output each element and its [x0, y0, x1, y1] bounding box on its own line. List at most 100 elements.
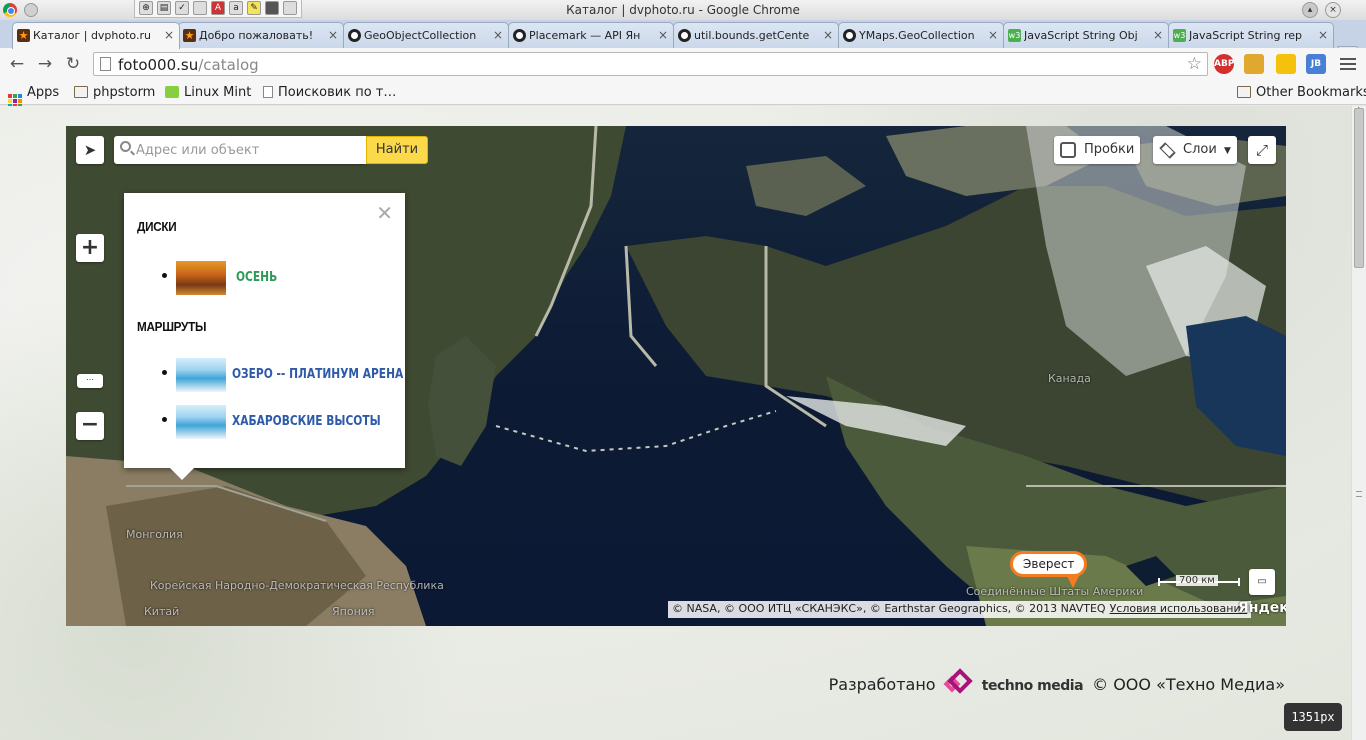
yandex-map[interactable]: Монголия Корейская Народно-Демократическ… [66, 126, 1286, 626]
tab-close-icon[interactable]: × [1318, 28, 1328, 42]
tab-placemark[interactable]: Placemark — API Ян × [508, 22, 674, 48]
autumn-thumbnail[interactable] [176, 261, 226, 295]
zoom-in-button[interactable]: + [76, 234, 104, 262]
tab-close-icon[interactable]: × [658, 28, 668, 42]
tab-close-icon[interactable]: × [493, 28, 503, 42]
yandex-logo[interactable]: Яндекс [1238, 600, 1286, 616]
map-label-mongolia: Монголия [126, 528, 183, 541]
url-host: foto000.su [118, 56, 199, 74]
techno-media-logo-icon[interactable] [943, 668, 974, 696]
map-search-input[interactable] [136, 140, 361, 160]
bookmark-star-icon[interactable]: ☆ [1187, 54, 1202, 74]
traffic-button[interactable]: Пробки [1054, 136, 1140, 164]
bookmark-other[interactable]: Other Bookmarks [1237, 85, 1366, 100]
chrome-menu-icon[interactable] [1340, 55, 1356, 71]
page-icon [100, 57, 111, 71]
tab-label: JavaScript String rep [1189, 29, 1302, 42]
tab-label: JavaScript String Obj [1024, 29, 1138, 42]
bookmark-label: Linux Mint [184, 85, 252, 100]
tab-label: Placemark — API Ян [529, 29, 641, 42]
close-icon[interactable]: ✕ [376, 201, 393, 225]
tab-catalog[interactable]: ★ Каталог | dvphoto.ru × [12, 22, 180, 49]
tab-label: Добро пожаловать! [199, 29, 314, 42]
ruler-button[interactable]: ▭ [1249, 569, 1275, 595]
ruler-icon: ▭ [1257, 576, 1267, 587]
map-label-japan: Япония [332, 605, 375, 618]
bookmark-label: Apps [27, 85, 60, 100]
page-scrollbar[interactable]: ▲ [1351, 105, 1366, 740]
address-bar[interactable]: foto000.su/catalog ☆ [93, 52, 1208, 76]
map-label-canada: Канада [1048, 372, 1091, 385]
minus-icon: − [80, 412, 100, 437]
route-thumbnail[interactable] [176, 405, 226, 439]
scale-label: 700 км [1176, 575, 1218, 586]
tab-ymaps-geocollection[interactable]: YMaps.GeoCollection × [838, 22, 1004, 48]
reload-icon[interactable]: ↻ [62, 54, 84, 76]
bookmark-apps[interactable]: Apps [8, 85, 60, 108]
chevron-down-icon: ▼ [1223, 146, 1231, 156]
tab-js-string-rep[interactable]: w3 JavaScript String rep × [1168, 22, 1334, 48]
forward-arrow-icon[interactable]: → [34, 54, 56, 76]
plus-icon: + [80, 235, 100, 260]
document-icon [263, 86, 273, 98]
tab-close-icon[interactable]: × [328, 28, 338, 42]
ring-favicon-icon [348, 29, 361, 42]
terms-link[interactable]: Условия использования [1110, 602, 1248, 615]
bookmark-phpstorm[interactable]: phpstorm [74, 85, 155, 100]
url-text[interactable]: foto000.su/catalog [118, 56, 259, 74]
bullet [162, 417, 167, 422]
ring-favicon-icon [678, 29, 691, 42]
map-copyright: © NASA, © ООО ИТЦ «СКАНЭКС», © Earthstar… [668, 601, 1252, 618]
tab-geoobjectcollection[interactable]: GeoObjectCollection × [343, 22, 509, 48]
zoom-out-button[interactable]: − [76, 412, 104, 440]
route-link-lake[interactable]: ОЗЕРО -- ПЛАТИНУМ АРЕНА [232, 367, 403, 382]
geolocation-button[interactable]: ➤ [76, 136, 104, 164]
adblock-extension-icon[interactable]: ABP [1214, 54, 1234, 74]
scroll-grip[interactable] [1356, 491, 1362, 497]
route-link-heights[interactable]: ХАБАРОВСКИЕ ВЫСОТЫ [232, 414, 381, 429]
copyright-text: © NASA, © ООО ИТЦ «СКАНЭКС», © Earthstar… [672, 602, 1106, 615]
fullscreen-button[interactable]: ⤢ [1248, 136, 1276, 164]
map-label-north-korea: Корейская Народно-Демократическая Респуб… [150, 579, 444, 592]
layers-button-label: Слои [1183, 142, 1217, 157]
jetbrains-extension-icon[interactable]: JB [1306, 54, 1326, 74]
puzzle-extension-icon[interactable] [1276, 54, 1296, 74]
window-titlebar: ⊕ ▤ ✓ A a ✎ Каталог | dvphoto.ru - Googl… [0, 0, 1366, 20]
disk-link-autumn[interactable]: ОСЕНЬ [236, 270, 277, 285]
star-favicon-icon: ★ [17, 29, 30, 42]
tab-welcome[interactable]: ★ Добро пожаловать! × [178, 22, 344, 48]
brand-name[interactable]: techno media [982, 678, 1084, 694]
search-icon [120, 141, 131, 152]
find-button[interactable]: Найти [366, 136, 428, 164]
star-favicon-icon: ★ [183, 29, 196, 42]
tab-close-icon[interactable]: × [823, 28, 833, 42]
map-label-china: Китай [144, 605, 180, 618]
maximize-window-button[interactable]: ▴ [1302, 2, 1318, 18]
company-copyright: © ООО «Техно Медиа» [1092, 675, 1285, 694]
map-search-box [114, 136, 366, 164]
close-window-button[interactable]: × [1325, 2, 1341, 18]
layers-button[interactable]: Слои ▼ [1153, 136, 1237, 164]
layers-icon [1159, 142, 1176, 159]
bullet [162, 370, 167, 375]
scroll-thumb[interactable] [1354, 108, 1364, 268]
w3-favicon-icon: w3 [1173, 29, 1186, 42]
tab-close-icon[interactable]: × [1153, 28, 1163, 42]
ring-favicon-icon [513, 29, 526, 42]
tab-close-icon[interactable]: × [988, 28, 998, 42]
tab-util-bounds[interactable]: util.bounds.getCente × [673, 22, 839, 48]
developed-by-label: Разработано [828, 675, 936, 694]
tab-js-string-obj[interactable]: w3 JavaScript String Obj × [1003, 22, 1169, 48]
notes-extension-icon[interactable] [1244, 54, 1264, 74]
everest-placemark[interactable]: Эверест [1010, 551, 1088, 588]
page-body: Монголия Корейская Народно-Демократическ… [0, 106, 1351, 740]
ring-favicon-icon [843, 29, 856, 42]
route-thumbnail[interactable] [176, 358, 226, 392]
traffic-icon [1060, 142, 1076, 158]
back-arrow-icon[interactable]: ← [6, 54, 28, 76]
tab-close-icon[interactable]: × [164, 28, 174, 42]
bookmark-search-engine[interactable]: Поисковик по т… [263, 85, 396, 100]
tab-strip: ★ Каталог | dvphoto.ru × ★ Добро пожалов… [0, 20, 1366, 62]
zoom-slider-handle[interactable]: ⋯ [77, 374, 103, 388]
bookmark-linux-mint[interactable]: Linux Mint [165, 85, 251, 100]
